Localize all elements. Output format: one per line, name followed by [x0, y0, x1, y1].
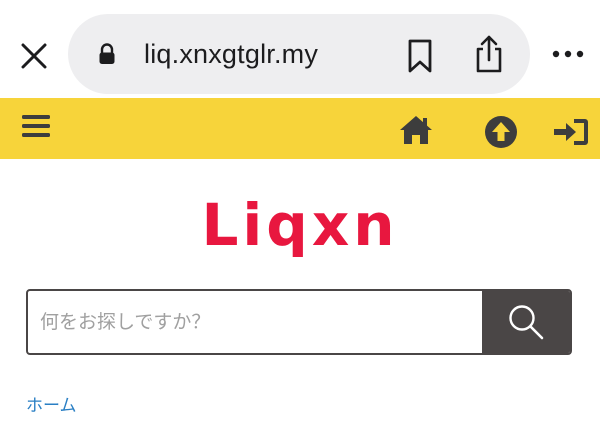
close-button[interactable]: [14, 38, 54, 74]
bookmark-icon[interactable]: [402, 38, 438, 74]
site-logo[interactable]: Liqxn: [0, 190, 600, 260]
address-bar[interactable]: liq.xnxgtglr.my: [68, 14, 530, 94]
more-icon[interactable]: [548, 42, 588, 66]
site-header: [0, 98, 600, 159]
breadcrumb-home-link[interactable]: ホーム: [26, 396, 77, 416]
share-icon[interactable]: [471, 34, 507, 74]
search-button[interactable]: [482, 291, 570, 353]
browser-toolbar: liq.xnxgtglr.my: [0, 0, 600, 98]
search-form: [26, 289, 572, 355]
hamburger-menu-icon[interactable]: [22, 112, 50, 140]
home-icon[interactable]: [398, 114, 434, 146]
lock-icon: [99, 43, 115, 64]
search-icon: [509, 305, 544, 340]
close-icon: [21, 43, 47, 69]
arrow-up-circle-icon[interactable]: [484, 115, 518, 149]
sign-in-icon[interactable]: [552, 116, 590, 148]
breadcrumb: ホーム: [26, 394, 77, 418]
search-input[interactable]: [28, 291, 484, 353]
url-text: liq.xnxgtglr.my: [144, 39, 319, 69]
